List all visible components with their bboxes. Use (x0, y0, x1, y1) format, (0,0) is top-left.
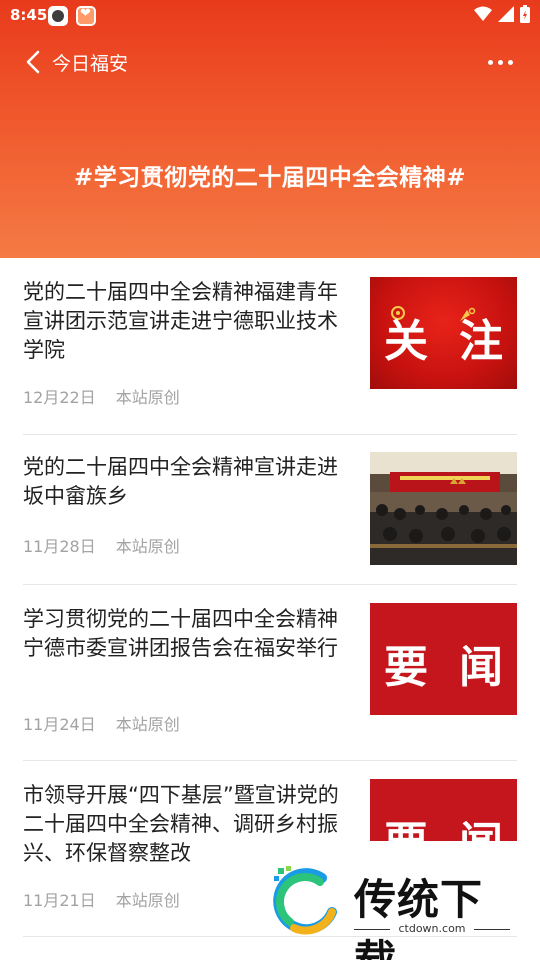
hero-title: #学习贯彻党的二十届四中全会精神# (73, 165, 467, 191)
list-item[interactable]: 学习贯彻党的二十届四中全会精神宁德市委宣讲团报告会在福安举行 11月24日 本站… (23, 585, 517, 761)
thumbnail-label: 要闻 (384, 642, 503, 693)
watermark-text: 传统下载 (354, 875, 484, 960)
wifi-icon (474, 6, 492, 21)
news-thumbnail[interactable]: 要闻 (370, 603, 517, 715)
news-meta: 12月22日 本站原创 (23, 384, 180, 408)
signal-icon (498, 6, 514, 22)
watermark: 传统下载 ctdown.com (268, 862, 518, 960)
status-bar: 8:45 (0, 0, 540, 32)
news-date: 11月28日 (23, 537, 96, 556)
meeting-photo (370, 452, 517, 565)
news-source: 本站原创 (115, 537, 180, 556)
news-thumbnail[interactable] (370, 452, 517, 565)
news-source: 本站原创 (115, 715, 180, 734)
battery-icon (520, 5, 530, 23)
news-source: 本站原创 (115, 891, 180, 910)
hero-banner: 8:45 今日福安 #学习贯彻党的二十届四中全会精神# (0, 0, 540, 258)
news-date: 11月24日 (23, 715, 96, 734)
status-time: 8:45 (10, 6, 48, 24)
news-meta: 11月28日 本站原创 (23, 533, 180, 557)
news-date: 12月22日 (23, 388, 96, 407)
status-icons (474, 5, 530, 23)
thumbnail-label: 要闻 (370, 807, 517, 841)
watermark-url: ctdown.com (354, 922, 510, 935)
news-title[interactable]: 市领导开展“四下基层”暨宣讲党的二十届四中全会精神、调研乡村振兴、环保督察整改 (23, 781, 353, 868)
list-item[interactable]: 党的二十届四中全会精神宣讲走进坂中畲族乡 11月28日 本站原创 (23, 435, 517, 585)
news-date: 11月21日 (23, 891, 96, 910)
news-title[interactable]: 党的二十届四中全会精神福建青年宣讲团示范宣讲走进宁德职业技术学院 (23, 278, 353, 365)
watermark-logo-icon (273, 866, 337, 935)
thumbnail-label: 关注 (384, 316, 503, 367)
news-source: 本站原创 (115, 388, 180, 407)
list-item[interactable]: 党的二十届四中全会精神福建青年宣讲团示范宣讲走进宁德职业技术学院 12月22日 … (23, 258, 517, 435)
news-thumbnail[interactable]: 要闻 (370, 779, 517, 841)
chevron-left-icon[interactable] (20, 48, 48, 76)
news-meta: 11月24日 本站原创 (23, 711, 180, 735)
top-nav: 今日福安 (0, 40, 540, 84)
news-title[interactable]: 学习贯彻党的二十届四中全会精神宁德市委宣讲团报告会在福安举行 (23, 605, 353, 663)
page-title: 今日福安 (52, 53, 129, 75)
more-dots-icon[interactable] (488, 52, 518, 72)
app-icon (76, 6, 96, 26)
news-meta: 11月21日 本站原创 (23, 887, 180, 911)
news-thumbnail[interactable]: 关注 (370, 277, 517, 389)
app-icon (48, 6, 68, 26)
news-title[interactable]: 党的二十届四中全会精神宣讲走进坂中畲族乡 (23, 453, 353, 511)
